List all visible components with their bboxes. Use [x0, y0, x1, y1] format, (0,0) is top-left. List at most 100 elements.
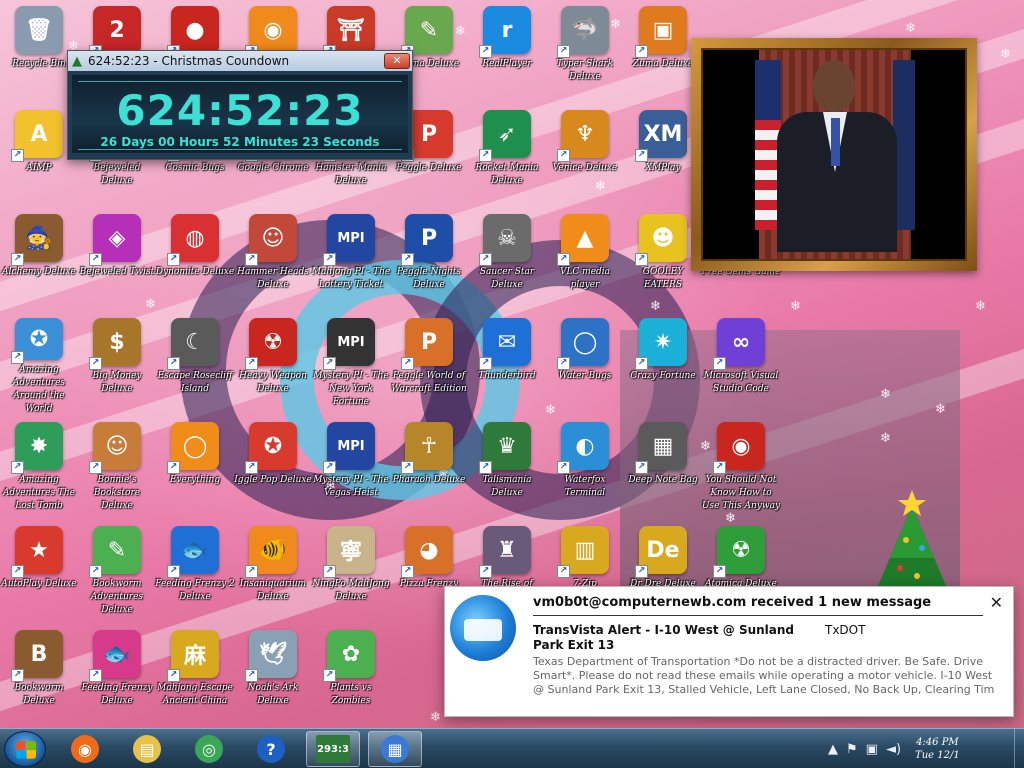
app-icon: ◯ ↗: [167, 422, 219, 474]
desktop-icon[interactable]: ✸ ↗ Amazing Adventures The Lost Tomb: [0, 422, 78, 520]
desktop-icon[interactable]: ◍ ↗ Dynomite Deluxe: [156, 214, 234, 312]
desktop-icon[interactable]: ☥ ↗ Pharaoh Deluxe: [390, 422, 468, 520]
desktop-icon[interactable]: MPI ↗ Mystery PI - The New York Fortune: [312, 318, 390, 416]
desktop-icon[interactable]: ☢ ↗ Heavy Weapon Deluxe: [234, 318, 312, 416]
shortcut-arrow-icon: ↗: [245, 253, 258, 266]
show-desktop-button[interactable]: [1014, 729, 1024, 768]
app-icon: 2↗: [89, 6, 141, 58]
network-icon[interactable]: ▣: [866, 742, 878, 757]
desktop-icon-label: VLC media player: [559, 267, 611, 290]
desktop-icon[interactable]: ◯ ↗ Everything: [156, 422, 234, 520]
close-icon[interactable]: ✕: [990, 593, 1003, 612]
app-icon: 🐟 ↗: [89, 630, 141, 682]
desktop-icon[interactable]: ∞ ↗ Microsoft Visual Studio Code: [702, 318, 780, 416]
shortcut-arrow-icon: ↗: [245, 461, 258, 474]
desktop-icon[interactable]: ▲ ↗ VLC media player: [546, 214, 624, 312]
chevron-up-icon[interactable]: ▲: [828, 742, 838, 757]
app-icon: ✷ ↗: [635, 318, 687, 370]
desktop-icon-label: Talismania Deluxe: [482, 475, 532, 498]
taskbar-countdown[interactable]: 293:3: [306, 731, 360, 767]
app-icon: ☢ ↗: [713, 526, 765, 578]
countdown-face: 624:52:23 26 Days 00 Hours 52 Minutes 23…: [72, 75, 408, 153]
taskbar-firefox[interactable]: ◉: [58, 731, 112, 767]
taskbar-chrome[interactable]: ◎: [182, 731, 236, 767]
desktop-icon[interactable]: 🐠 ↗ Insaniquarium Deluxe: [234, 526, 312, 624]
desktop-icon[interactable]: ☺ ↗ Hammer Heads Deluxe: [234, 214, 312, 312]
desktop-icon-label: AIMP: [26, 163, 52, 173]
desktop-icon[interactable]: ◈ ↗ Bejeweled Twist: [78, 214, 156, 312]
desktop-icon-label: Big Money Deluxe: [92, 371, 142, 394]
desktop-icon[interactable]: 🕊 ↗ Noah's Ark Deluxe: [234, 630, 312, 728]
shortcut-arrow-icon: ↗: [557, 45, 570, 58]
app-icon: ✿↗: [323, 630, 375, 682]
snowflake-icon: ❄: [975, 299, 986, 314]
desktop-icon[interactable]: B ↗ Bookworm Deluxe: [0, 630, 78, 728]
app-icon: ☾ ↗: [167, 318, 219, 370]
desktop-icon[interactable]: ➶ ↗ Rocket Mania Deluxe: [468, 110, 546, 208]
desktop-icon[interactable]: ★ ↗ AutoPlay Deluxe: [0, 526, 78, 624]
desktop-icon[interactable]: P ↗ Peggle Nights Deluxe: [390, 214, 468, 312]
desktop-icon[interactable]: ✪ ↗ Iggle Pop Deluxe: [234, 422, 312, 520]
message-subject[interactable]: TransVista Alert - I-10 West @ Sunland P…: [533, 623, 813, 653]
desktop-icon[interactable]: ◐ ↗ Waterfox Terminal: [546, 422, 624, 520]
desktop-icon-label: Mystery PI - The Vegas Heist: [313, 475, 389, 498]
desktop-icon[interactable]: 🐟 ↗ Feeding Frenzy 2 Deluxe: [155, 526, 235, 624]
desktop-icon[interactable]: MPI ↗ Mystery PI - The Vegas Heist: [312, 422, 390, 520]
taskbar: ◉ ▤ ◎? 293:3 ▦ ▲ ⚑ ▣ ◄) 4:46 PM Tue 12/1: [0, 728, 1024, 768]
desktop-icon[interactable]: MPI ↗ Mahjong PI - The Lottery Ticket: [312, 214, 390, 312]
message-preview: Texas Department of Transportation *Do n…: [533, 655, 995, 696]
firefox-icon: ◉: [71, 735, 99, 763]
ornament: [897, 565, 903, 571]
app-icon: $ ↗: [89, 318, 141, 370]
desktop-icon-label: Hamster Mania Deluxe: [315, 163, 387, 186]
app-icon: ☥ ↗: [401, 422, 453, 474]
email-notification[interactable]: vm0b0t@computernewb.com received 1 new m…: [444, 586, 1014, 717]
volume-icon[interactable]: ◄): [886, 742, 901, 757]
desktop-icon[interactable]: r ↗ RealPlayer: [468, 6, 546, 104]
app-icon: ◉↗: [713, 422, 765, 474]
desktop-icon-label: Mystery PI - The New York Fortune: [313, 371, 389, 407]
taskbar-file-explorer[interactable]: ▤: [120, 731, 174, 767]
shortcut-arrow-icon: ↗: [479, 45, 492, 58]
desktop-icon[interactable]: 🧙 ↗ Alchemy Deluxe: [0, 214, 78, 312]
shortcut-arrow-icon: ↗: [713, 461, 726, 474]
countdown-titlebar[interactable]: ▲ 624:52:23 - Christmas Coundown ✕: [68, 51, 412, 71]
desktop-icon[interactable]: ✎ ↗ Bookworm Adventures Deluxe: [78, 526, 156, 624]
desktop-icon[interactable]: ◉ ↗ You Should Not Know How to Use This An…: [702, 422, 780, 520]
desktop-icon[interactable]: 🐟 ↗ Feeding Frenzy Deluxe: [78, 630, 156, 728]
desktop-icon[interactable]: ♛ ↗ Talismania Deluxe: [468, 422, 546, 520]
taskbar-control-panel[interactable]: ▦: [368, 731, 422, 767]
desktop-icon[interactable]: ☠ ↗ Saucer Star Deluxe: [468, 214, 546, 312]
photo-frame-widget[interactable]: [691, 38, 977, 271]
desktop-icon[interactable]: ◯ ↗ Water Bugs: [546, 318, 624, 416]
close-button[interactable]: ✕: [384, 53, 410, 69]
desktop-icon-label: Peggle Deluxe: [396, 163, 462, 173]
flag-icon[interactable]: ⚑: [846, 742, 858, 757]
desktop-icon-label: Rocket Mania Deluxe: [475, 163, 539, 186]
desktop-icon[interactable]: ✪ ↗ Amazing Adventures Around the World: [0, 318, 78, 416]
desktop-icon[interactable]: ♆ ↗ Venice Deluxe: [546, 110, 624, 208]
desktop-icon[interactable]: ▦ ↗ Deep Note Bag: [624, 422, 702, 520]
clock[interactable]: 4:46 PM Tue 12/1: [915, 736, 960, 762]
start-button[interactable]: [4, 731, 46, 767]
desktop-icon[interactable]: ☾ ↗ Escape Rosecliff Island: [156, 318, 234, 416]
tree-icon: ▲: [72, 53, 82, 69]
desktop-icon[interactable]: 麻 ↗ Mahjong Escape Ancient China: [156, 630, 234, 728]
desktop-icon-label: Hammer Heads Deluxe: [237, 267, 309, 290]
desktop-icon-label: Peggle World of Warcraft Edition: [391, 371, 467, 394]
desktop-icon[interactable]: P ↗ Peggle World of Warcraft Edition: [390, 318, 468, 416]
shortcut-arrow-icon: ↗: [245, 357, 258, 370]
desktop-icon[interactable]: $ ↗ Big Money Deluxe: [78, 318, 156, 416]
countdown-window[interactable]: ▲ 624:52:23 - Christmas Coundown ✕ 624:5…: [67, 50, 413, 160]
desktop-icon[interactable]: 寧 ↗ NingPo MahJong Deluxe: [312, 526, 390, 624]
desktop-icon[interactable]: ☺ ↗ Bonnie's Bookstore Deluxe: [78, 422, 156, 520]
desktop-icon[interactable]: ✿ ↗ Plants vs Zombies: [312, 630, 390, 728]
desktop-icon[interactable]: 🦈 ↗ Typer Shark Deluxe: [546, 6, 624, 104]
shortcut-arrow-icon: ↗: [245, 565, 258, 578]
taskbar-help[interactable]: ?: [244, 731, 298, 767]
ornament: [919, 545, 925, 551]
desktop-icon[interactable]: ✷ ↗ Crazy Fortune: [624, 318, 702, 416]
shortcut-arrow-icon: ↗: [167, 253, 180, 266]
desktop-icon[interactable]: ✉ ↗ Thunderbird: [468, 318, 546, 416]
app-icon: ♆ ↗: [557, 110, 609, 162]
